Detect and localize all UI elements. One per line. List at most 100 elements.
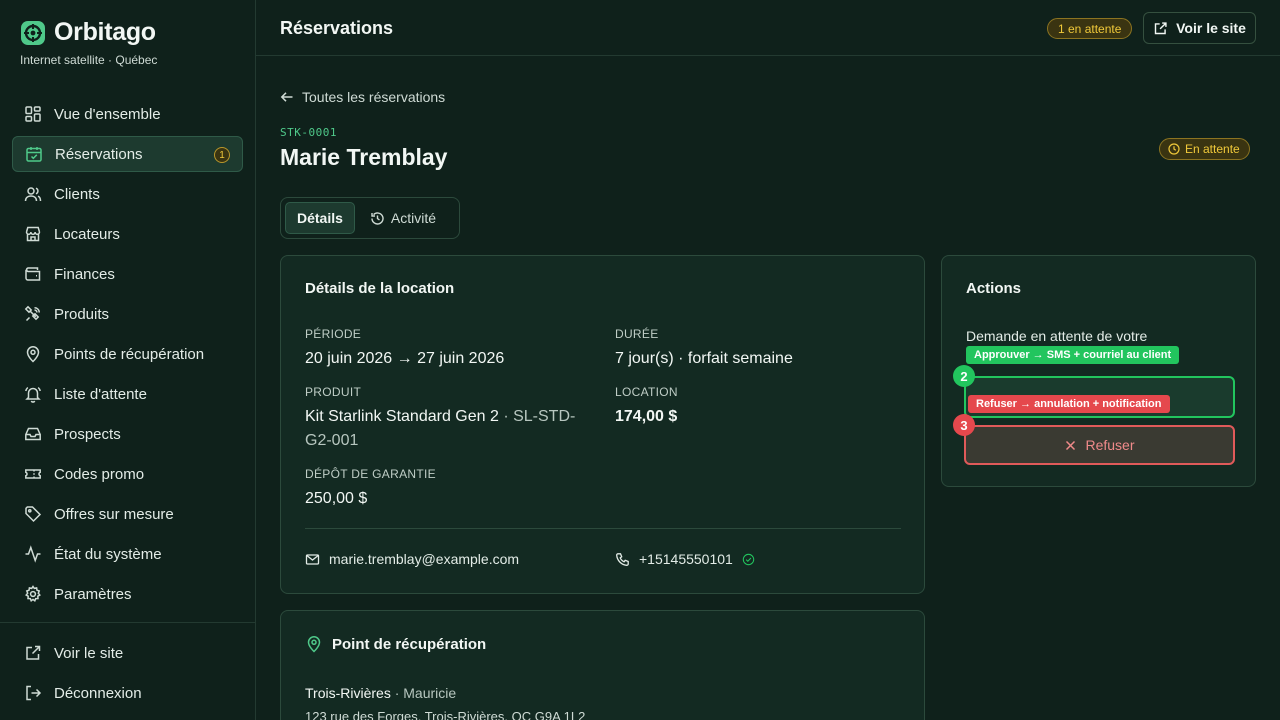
activity-icon: [25, 545, 41, 563]
product-name: Kit Starlink Standard Gen 2: [305, 408, 499, 425]
pending-count-badge[interactable]: 1 en attente: [1047, 18, 1133, 39]
sidebar-item-system-status[interactable]: État du système: [12, 536, 243, 572]
sidebar-item-label: Codes promo: [54, 465, 145, 483]
client-email[interactable]: marie.tremblay@example.com: [305, 551, 519, 567]
layout-grid-icon: [25, 106, 41, 122]
mail-icon: [305, 553, 320, 565]
duration-field: DURÉE 7 jour(s) · forfait semaine: [615, 327, 895, 371]
sidebar-item-overview[interactable]: Vue d'ensemble: [12, 96, 243, 132]
period-field: PÉRIODE 20 juin 2026 → 27 juin 2026: [305, 327, 585, 371]
sidebar-item-label: Vue d'ensemble: [54, 105, 161, 123]
sidebar-item-label: Finances: [54, 265, 115, 283]
sidebar-item-products[interactable]: Produits: [12, 296, 243, 332]
phone-icon: [616, 552, 629, 566]
period-value: 20 juin 2026 → 27 juin 2026: [305, 350, 505, 367]
inbox-icon: [25, 427, 41, 441]
view-site-label: Voir le site: [1176, 20, 1246, 36]
sidebar-item-label: Locateurs: [54, 225, 120, 243]
sidebar-item-reservations[interactable]: Réservations 1: [12, 136, 243, 172]
period-label: PÉRIODE: [305, 327, 362, 341]
status-badge: En attente: [1159, 138, 1250, 160]
sidebar: Orbitago Internet satellite · Québec Vue…: [0, 0, 256, 720]
tab-label: Détails: [297, 210, 343, 226]
sidebar-item-view-site[interactable]: Voir le site: [12, 635, 243, 671]
rental-price-value: 174,00 $: [615, 408, 678, 425]
calendar-check-icon: [26, 147, 42, 162]
sidebar-bottom-nav: Voir le site Déconnexion: [12, 635, 243, 715]
client-phone-value: +15145550101: [639, 551, 733, 567]
arrow-left-icon: [280, 92, 293, 102]
sidebar-item-waitlist[interactable]: Liste d'attente: [12, 376, 243, 412]
sidebar-item-label: État du système: [54, 545, 162, 563]
map-pin-icon: [307, 636, 321, 653]
sidebar-item-label: Réservations: [55, 145, 143, 163]
product-field: PRODUIT Kit Starlink Standard Gen 2 · SL…: [305, 385, 585, 453]
back-link-label: Toutes les réservations: [302, 89, 446, 105]
sidebar-item-pickup-points[interactable]: Points de récupération: [12, 336, 243, 372]
users-icon: [24, 187, 42, 202]
client-phone[interactable]: +15145550101: [615, 551, 755, 567]
history-icon: [371, 211, 384, 225]
sidebar-item-clients[interactable]: Clients: [12, 176, 243, 212]
actions-card: Actions Demande en attente de votre Refu…: [941, 255, 1256, 487]
status-label: En attente: [1185, 142, 1240, 156]
product-label: PRODUIT: [305, 385, 362, 399]
approve-step-marker: 2: [953, 365, 975, 387]
orbitago-logo-icon: [21, 20, 45, 45]
back-to-reservations-link[interactable]: Toutes les réservations: [280, 89, 445, 105]
sidebar-item-custom-offers[interactable]: Offres sur mesure: [12, 496, 243, 532]
sidebar-divider: [0, 622, 256, 623]
pickup-region: · Mauricie: [390, 685, 457, 701]
wallet-icon: [25, 267, 41, 281]
sidebar-item-label: Paramètres: [54, 585, 132, 603]
close-icon: [1066, 440, 1076, 450]
external-link-icon: [26, 645, 41, 660]
sidebar-item-logout[interactable]: Déconnexion: [12, 675, 243, 711]
sidebar-item-locateurs[interactable]: Locateurs: [12, 216, 243, 252]
sidebar-item-prospects[interactable]: Prospects: [12, 416, 243, 452]
sidebar-nav: Vue d'ensemble Réservations 1 Clients Lo…: [12, 96, 243, 616]
details-divider: [305, 528, 901, 529]
refuse-button[interactable]: Refuser: [964, 425, 1235, 465]
duration-label: DURÉE: [615, 327, 659, 341]
actions-description: Demande en attente de votre: [966, 328, 1148, 344]
tab-activity[interactable]: Activité: [359, 202, 447, 234]
pickup-city: Trois-Rivières · Mauricie: [305, 685, 456, 701]
actions-title: Actions: [966, 280, 1022, 297]
client-name: Marie Tremblay: [280, 144, 448, 170]
reservations-count-badge: 1: [214, 147, 230, 163]
brand-subtitle: Internet satellite · Québec: [20, 53, 158, 67]
sidebar-item-settings[interactable]: Paramètres: [12, 576, 243, 612]
logout-icon: [26, 685, 42, 701]
gear-icon: [25, 585, 41, 602]
sidebar-item-label: Prospects: [54, 425, 121, 443]
bell-icon: [25, 386, 41, 403]
tab-label: Activité: [390, 210, 437, 226]
sidebar-item-promo-codes[interactable]: Codes promo: [12, 456, 243, 492]
sidebar-item-finances[interactable]: Finances: [12, 256, 243, 292]
verified-check-icon: [742, 553, 755, 565]
sidebar-item-label: Produits: [54, 305, 110, 323]
client-email-value: marie.tremblay@example.com: [329, 551, 520, 567]
deposit-value: 250,00 $: [305, 490, 368, 507]
rental-price-label: LOCATION: [615, 385, 678, 399]
refuse-label: Refuser: [1085, 437, 1135, 453]
reservation-tabs: Détails Activité: [280, 197, 460, 239]
view-site-button[interactable]: Voir le site: [1143, 12, 1256, 44]
rental-details-title: Détails de la location: [305, 280, 455, 297]
sidebar-item-label: Clients: [54, 185, 100, 203]
approve-annotation-tag: Approuver → SMS + courriel au client: [966, 346, 1180, 364]
map-pin-icon: [26, 346, 40, 363]
brand-name: Orbitago: [54, 18, 156, 46]
tab-details[interactable]: Détails: [285, 202, 355, 234]
top-header: Réservations 1 en attente Voir le site: [256, 0, 1280, 56]
pickup-address: 123 rue des Forges, Trois-Rivières, QC G…: [305, 709, 586, 720]
sidebar-item-label: Déconnexion: [54, 684, 142, 702]
brand[interactable]: Orbitago Internet satellite · Québec: [20, 18, 157, 67]
deposit-label: DÉPÔT DE GARANTIE: [305, 467, 436, 481]
sidebar-item-label: Voir le site: [54, 644, 124, 662]
pickup-point-title: Point de récupération: [305, 635, 486, 653]
pickup-point-card: Point de récupération Trois-Rivières · M…: [280, 610, 925, 720]
deposit-field: DÉPÔT DE GARANTIE 250,00 $: [305, 467, 585, 511]
satellite-icon: [24, 305, 40, 322]
